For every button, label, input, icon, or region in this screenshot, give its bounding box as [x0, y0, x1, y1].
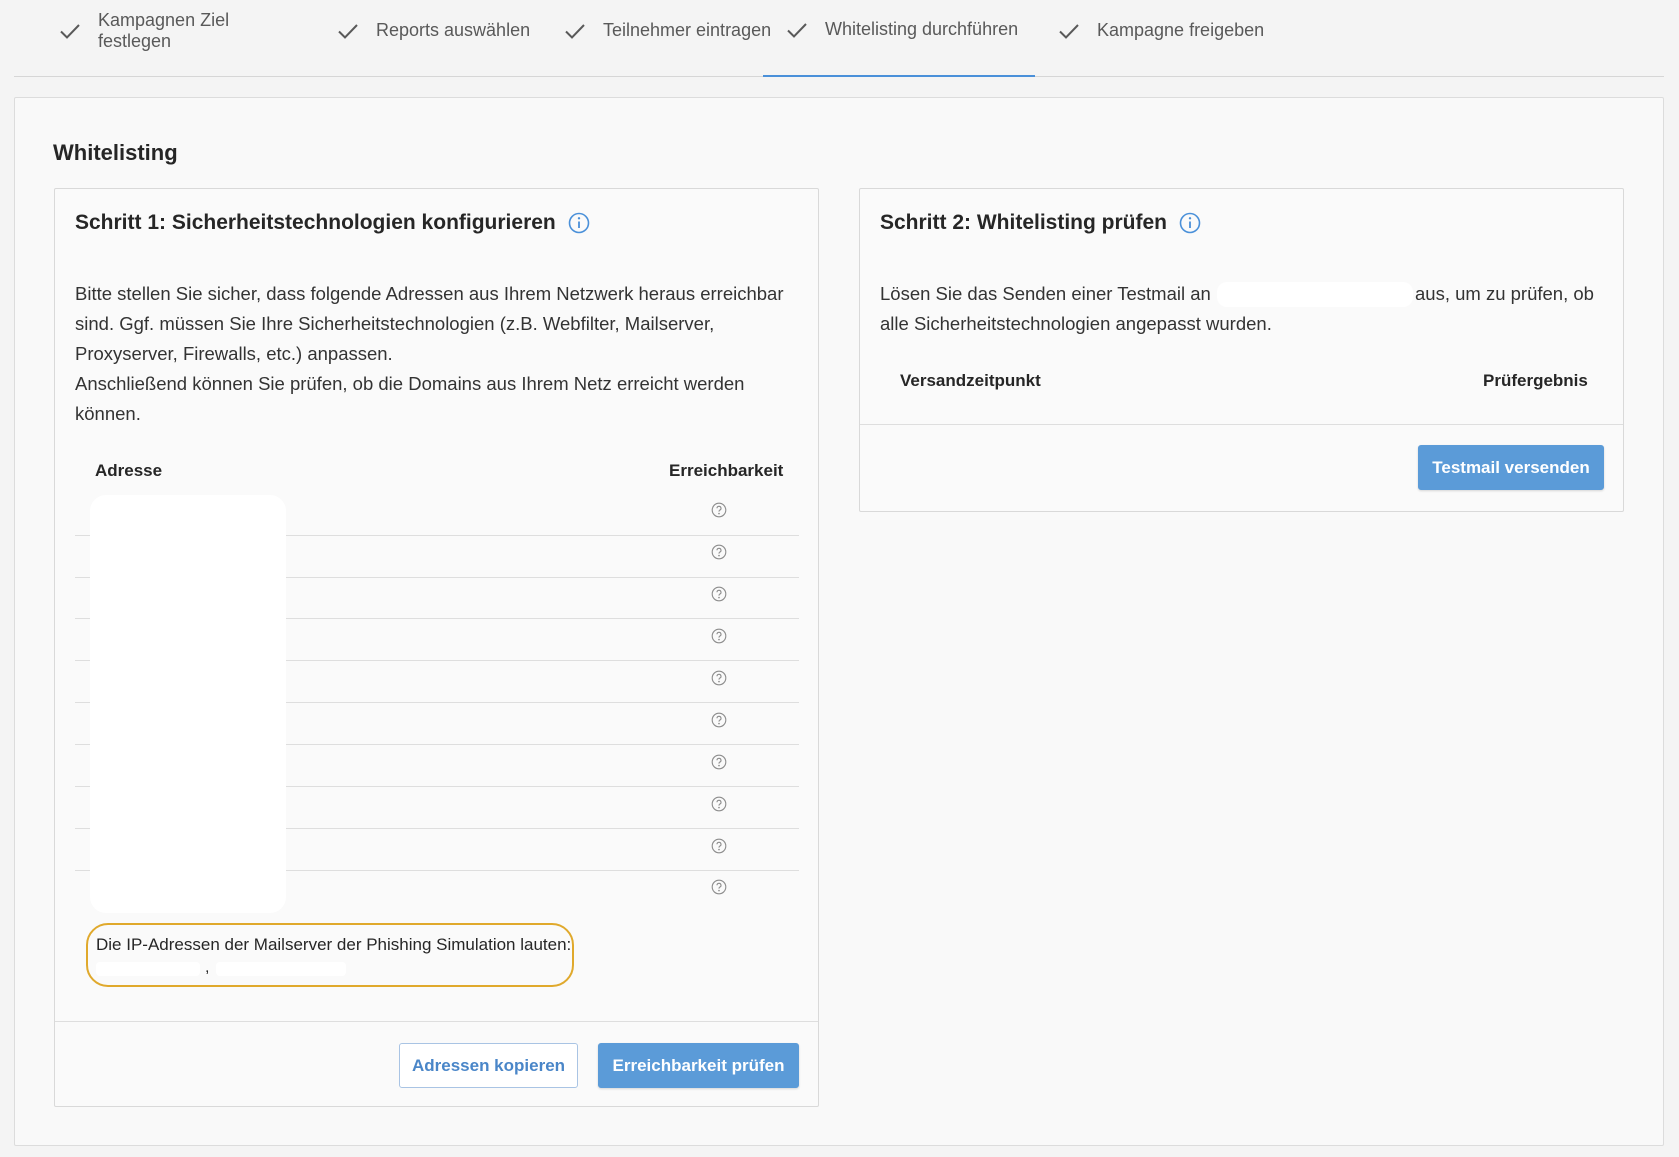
step-whitelisting[interactable]: Whitelisting durchführen: [763, 0, 1035, 77]
question-icon: [711, 712, 727, 728]
step1-card: Schritt 1: Sicherheitstechnologien konfi…: [54, 188, 819, 1107]
check-icon: [58, 19, 82, 43]
column-header-address: Adresse: [95, 461, 163, 480]
send-testmail-button[interactable]: Testmail versenden: [1418, 445, 1604, 490]
info-icon[interactable]: [1179, 212, 1201, 234]
desc-line: können.: [75, 403, 141, 424]
redacted-ip-1: [96, 962, 200, 976]
step2-footer-divider: [860, 424, 1623, 425]
question-icon: [711, 544, 727, 560]
redacted-ip-2: [216, 962, 346, 976]
check-icon: [1057, 19, 1081, 43]
desc-line: Lösen Sie das Senden einer Testmail an a…: [880, 279, 1610, 309]
column-header-reachability: Erreichbarkeit: [669, 461, 784, 480]
step2-card: Schritt 2: Whitelisting prüfen Lösen Sie…: [859, 188, 1624, 512]
step-label: Whitelisting durchführen: [825, 19, 1019, 39]
column-header-send-time: Versandzeitpunkt: [900, 371, 1041, 390]
question-icon: [711, 754, 727, 770]
step-reports[interactable]: Reports auswählen: [314, 0, 534, 77]
ip-note-text: Die IP-Adressen der Mailserver der Phish…: [96, 935, 572, 954]
step2-title-text: Schritt 2: Whitelisting prüfen: [880, 211, 1167, 234]
question-icon: [711, 670, 727, 686]
step-teilnehmer[interactable]: Teilnehmer eintragen: [541, 0, 781, 77]
ip-separator: ,: [205, 959, 210, 976]
desc-line: Bitte stellen Sie sicher, dass folgende …: [75, 283, 784, 304]
check-reachability-button[interactable]: Erreichbarkeit prüfen: [598, 1043, 799, 1088]
ip-address-note: Die IP-Adressen der Mailserver der Phish…: [86, 923, 574, 987]
column-header-result: Prüfergebnis: [1483, 371, 1588, 390]
redacted-address-list: [90, 495, 286, 913]
page-title: Whitelisting: [53, 140, 178, 165]
step-kampagnen-ziel[interactable]: Kampagnen Ziel festlegen: [36, 0, 296, 77]
info-icon[interactable]: [568, 212, 590, 234]
desc-line-pre: Lösen Sie das Senden einer Testmail an: [880, 283, 1211, 304]
check-icon: [336, 19, 360, 43]
step1-footer-divider: [55, 1021, 818, 1022]
question-icon: [711, 628, 727, 644]
step-label: Teilnehmer eintragen: [603, 20, 772, 40]
desc-line-post: aus, um zu prüfen, ob: [1415, 283, 1594, 304]
desc-line: alle Sicherheitstechnologien angepasst w…: [880, 313, 1272, 334]
redacted-email: [1217, 282, 1413, 307]
step-kampagne-freigeben[interactable]: Kampagne freigeben: [1035, 0, 1275, 77]
question-icon: [711, 586, 727, 602]
step-label: Reports auswählen: [376, 20, 531, 40]
check-icon: [563, 19, 587, 43]
wizard-stepper: Kampagnen Ziel festlegen Reports auswähl…: [14, 0, 1664, 77]
copy-addresses-button[interactable]: Adressen kopieren: [399, 1043, 578, 1088]
desc-line: sind. Ggf. müssen Sie Ihre Sicherheitste…: [75, 313, 715, 334]
step-label: Kampagne freigeben: [1097, 20, 1265, 40]
question-icon: [711, 502, 727, 518]
desc-line: Proxyserver, Firewalls, etc.) anpassen.: [75, 343, 393, 364]
step2-description: Lösen Sie das Senden einer Testmail an a…: [880, 279, 1610, 339]
step1-title-text: Schritt 1: Sicherheitstechnologien konfi…: [75, 211, 556, 234]
step1-description: Bitte stellen Sie sicher, dass folgende …: [75, 279, 805, 429]
desc-line: Anschließend können Sie prüfen, ob die D…: [75, 373, 745, 394]
question-icon: [711, 796, 727, 812]
question-icon: [711, 838, 727, 854]
question-icon: [711, 879, 727, 895]
step2-title: Schritt 2: Whitelisting prüfen: [880, 211, 1201, 235]
step-label: Kampagnen Ziel festlegen: [98, 9, 230, 51]
check-icon: [785, 18, 809, 42]
step1-title: Schritt 1: Sicherheitstechnologien konfi…: [75, 211, 590, 235]
